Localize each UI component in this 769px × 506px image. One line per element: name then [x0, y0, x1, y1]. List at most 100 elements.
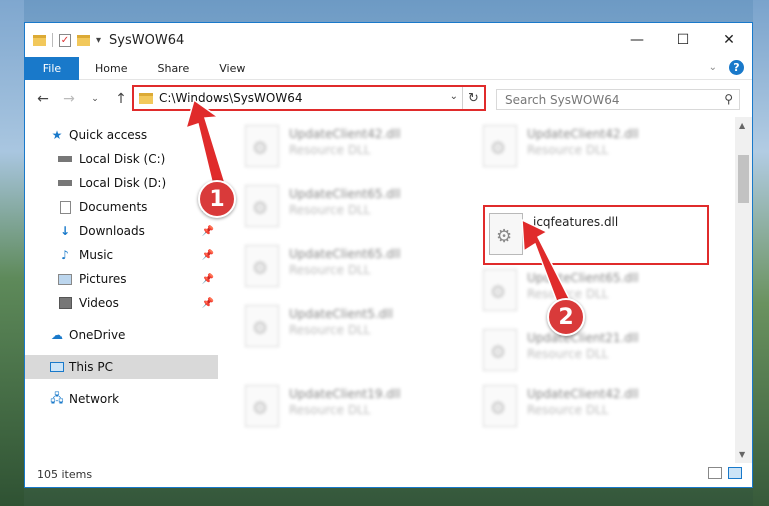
file-item[interactable]: ⚙ UpdateClient42.dll Resource DLL — [483, 121, 713, 177]
sidebar-item-this-pc[interactable]: This PC — [25, 355, 218, 379]
search-input[interactable]: Search SysWOW64 — [505, 93, 619, 107]
file-explorer-window: ✓ ▾ SysWOW64 — ☐ ✕ File Home Share View … — [24, 22, 753, 488]
sidebar-item-label: Downloads — [79, 224, 145, 238]
toolbar-separator — [52, 33, 53, 47]
customize-toolbar-icon[interactable]: ▾ — [96, 35, 101, 46]
sidebar-item-label: Pictures — [79, 272, 127, 286]
sidebar-item-documents[interactable]: Documents 📌 — [25, 195, 218, 219]
file-item-icqfeatures[interactable]: ⚙ icqfeatures.dll — [483, 205, 709, 265]
sidebar-item-local-disk-c[interactable]: Local Disk (C:) — [25, 147, 218, 171]
file-type: Resource DLL — [289, 323, 371, 337]
sidebar-item-label: Documents — [79, 200, 148, 214]
file-type: Resource DLL — [289, 203, 371, 217]
sidebar-item-quick-access[interactable]: ★ Quick access — [25, 123, 218, 147]
file-name: UpdateClient21.dll — [527, 331, 639, 345]
file-item[interactable]: ⚙ UpdateClient19.dll Resource DLL — [245, 381, 475, 437]
up-arrow-icon[interactable]: ↑ — [113, 91, 129, 107]
address-bar[interactable]: C:\Windows\SysWOW64 ⌄ ↻ — [132, 85, 486, 111]
address-path[interactable]: C:\Windows\SysWOW64 — [159, 91, 303, 105]
refresh-icon[interactable]: ↻ — [462, 87, 484, 109]
download-icon: ↓ — [59, 224, 71, 238]
dll-file-icon: ⚙ — [483, 385, 517, 427]
file-item[interactable]: ⚙ UpdateClient5.dll Resource DLL — [245, 301, 475, 357]
chevron-down-icon[interactable]: ⌄ — [450, 91, 458, 102]
music-icon: ♪ — [61, 248, 69, 262]
recent-locations-icon[interactable]: ⌄ — [87, 94, 103, 104]
file-type: Resource DLL — [527, 403, 609, 417]
tab-home[interactable]: Home — [95, 62, 127, 75]
dll-file-icon: ⚙ — [245, 185, 279, 227]
new-folder-icon[interactable] — [77, 34, 90, 46]
vertical-scrollbar[interactable]: ▲ ▼ — [735, 117, 752, 463]
file-item[interactable]: ⚙ UpdateClient65.dll Resource DLL — [245, 241, 475, 297]
file-type: Resource DLL — [289, 143, 371, 157]
item-count: 105 items — [37, 467, 93, 481]
dll-file-icon: ⚙ — [483, 269, 517, 311]
drive-icon — [57, 152, 73, 166]
quick-access-toolbar: ✓ ▾ — [33, 33, 101, 47]
close-button[interactable]: ✕ — [706, 23, 752, 57]
sidebar-item-local-disk-d[interactable]: Local Disk (D:) — [25, 171, 218, 195]
computer-icon — [49, 360, 65, 374]
pictures-icon — [57, 272, 73, 286]
sidebar-item-label: Local Disk (C:) — [79, 152, 166, 166]
file-name: UpdateClient65.dll — [289, 187, 401, 201]
desktop-background-left — [0, 0, 24, 506]
file-item[interactable]: ⚙ UpdateClient65.dll Resource DLL — [245, 181, 475, 237]
file-type: Resource DLL — [527, 287, 609, 301]
file-item[interactable]: ⚙ UpdateClient65.dll Resource DLL — [483, 265, 713, 321]
title-bar: ✓ ▾ SysWOW64 — ☐ ✕ — [25, 23, 752, 57]
tab-file[interactable]: File — [25, 56, 79, 80]
file-type: Resource DLL — [527, 347, 609, 361]
cloud-icon: ☁ — [51, 328, 63, 342]
file-item[interactable]: ⚙ UpdateClient42.dll Resource DLL — [483, 381, 713, 437]
sidebar-item-network[interactable]: 🖧 Network — [25, 387, 218, 411]
maximize-button[interactable]: ☐ — [660, 23, 706, 57]
step-1-badge: 1 — [198, 180, 236, 218]
pin-icon[interactable]: 📌 — [202, 274, 214, 285]
expand-ribbon-icon[interactable]: ⌄ — [709, 62, 717, 73]
properties-icon[interactable]: ✓ — [59, 33, 71, 47]
dll-file-icon: ⚙ — [245, 385, 279, 427]
dll-file-icon: ⚙ — [489, 213, 523, 255]
help-icon[interactable]: ? — [729, 60, 744, 75]
sidebar-item-label: Local Disk (D:) — [79, 176, 167, 190]
pin-icon[interactable]: 📌 — [202, 250, 214, 261]
sidebar-item-label: Music — [79, 248, 114, 262]
sidebar-item-label: Videos — [79, 296, 119, 310]
star-icon: ★ — [51, 128, 63, 142]
pin-icon[interactable]: 📌 — [202, 226, 214, 237]
large-icons-view-icon[interactable] — [728, 467, 742, 479]
sidebar-item-downloads[interactable]: ↓ Downloads 📌 — [25, 219, 218, 243]
sidebar-item-pictures[interactable]: Pictures 📌 — [25, 267, 218, 291]
scrollbar-thumb[interactable] — [738, 155, 749, 203]
pin-icon[interactable]: 📌 — [202, 298, 214, 309]
dll-file-icon: ⚙ — [245, 125, 279, 167]
file-item[interactable]: ⚙ UpdateClient21.dll Resource DLL — [483, 325, 713, 381]
file-item[interactable]: ⚙ UpdateClient42.dll Resource DLL — [245, 121, 475, 177]
sidebar-item-label: OneDrive — [69, 328, 126, 342]
details-view-icon[interactable] — [708, 467, 722, 479]
search-box[interactable]: Search SysWOW64 ⚲ — [496, 89, 740, 110]
window-title: SysWOW64 — [109, 32, 185, 48]
sidebar-item-label: Network — [69, 392, 120, 406]
sidebar-item-label: This PC — [69, 360, 113, 374]
tab-view[interactable]: View — [219, 62, 245, 75]
sidebar-item-music[interactable]: ♪ Music 📌 — [25, 243, 218, 267]
ribbon-tabs: File Home Share View ⌄ ? — [25, 56, 752, 80]
scroll-up-icon[interactable]: ▲ — [739, 121, 745, 130]
forward-arrow-icon[interactable]: → — [61, 91, 77, 107]
drive-icon — [57, 176, 73, 190]
minimize-button[interactable]: — — [614, 23, 660, 57]
sidebar-item-videos[interactable]: Videos 📌 — [25, 291, 218, 315]
back-arrow-icon[interactable]: ← — [35, 91, 51, 107]
folder-icon — [33, 34, 46, 46]
file-name: UpdateClient19.dll — [289, 387, 401, 401]
tab-share[interactable]: Share — [157, 62, 189, 75]
status-bar: 105 items — [25, 461, 752, 487]
network-icon: 🖧 — [50, 390, 64, 405]
dll-file-icon: ⚙ — [245, 305, 279, 347]
search-icon[interactable]: ⚲ — [724, 92, 733, 106]
sidebar-item-onedrive[interactable]: ☁ OneDrive — [25, 323, 218, 347]
scroll-down-icon[interactable]: ▼ — [739, 450, 745, 459]
